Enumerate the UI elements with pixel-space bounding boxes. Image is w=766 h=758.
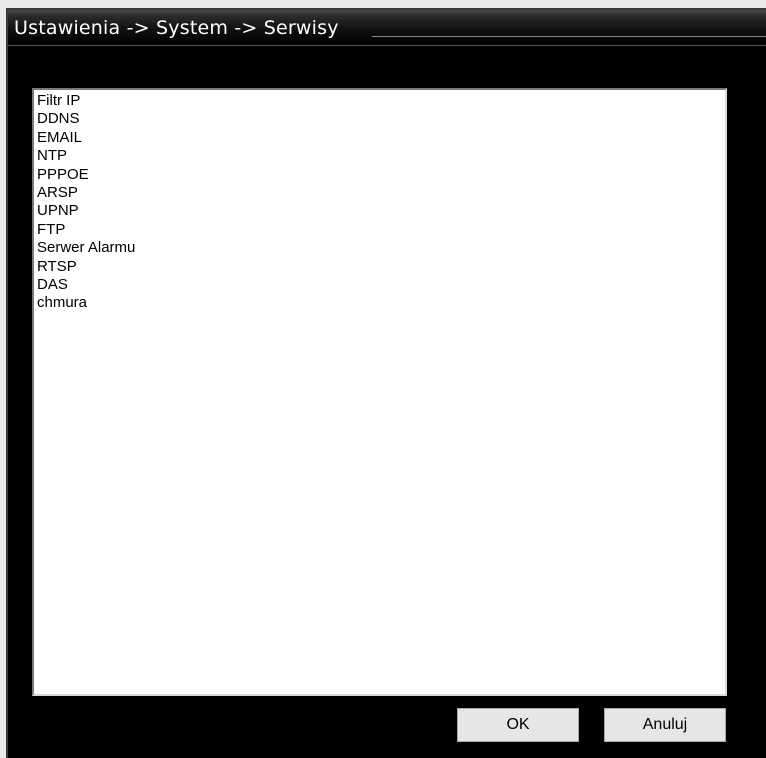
service-item-das[interactable]: DAS (37, 276, 725, 294)
dialog-body: Filtr IP DDNS EMAIL NTP PPPOE ARSP UPNP … (8, 46, 766, 758)
service-item-alarm-server[interactable]: Serwer Alarmu (37, 239, 725, 257)
service-item-upnp[interactable]: UPNP (37, 202, 725, 220)
cancel-button[interactable]: Anuluj (604, 708, 726, 742)
service-item-pppoe[interactable]: PPPOE (37, 166, 725, 184)
settings-dialog: Ustawienia -> System -> Serwisy Filtr IP… (6, 8, 766, 758)
service-item-ddns[interactable]: DDNS (37, 110, 725, 128)
services-listbox[interactable]: Filtr IP DDNS EMAIL NTP PPPOE ARSP UPNP … (32, 88, 727, 696)
service-item-email[interactable]: EMAIL (37, 129, 725, 147)
services-list: Filtr IP DDNS EMAIL NTP PPPOE ARSP UPNP … (34, 90, 725, 313)
service-item-rtsp[interactable]: RTSP (37, 258, 725, 276)
title-bar[interactable]: Ustawienia -> System -> Serwisy (8, 10, 766, 46)
service-item-arsp[interactable]: ARSP (37, 184, 725, 202)
ok-button[interactable]: OK (457, 708, 579, 742)
service-item-cloud[interactable]: chmura (37, 294, 725, 312)
service-item-ip-filter[interactable]: Filtr IP (37, 92, 725, 110)
window-title: Ustawienia -> System -> Serwisy (14, 17, 339, 39)
service-item-ftp[interactable]: FTP (37, 221, 725, 239)
title-divider (372, 36, 766, 37)
service-item-ntp[interactable]: NTP (37, 147, 725, 165)
